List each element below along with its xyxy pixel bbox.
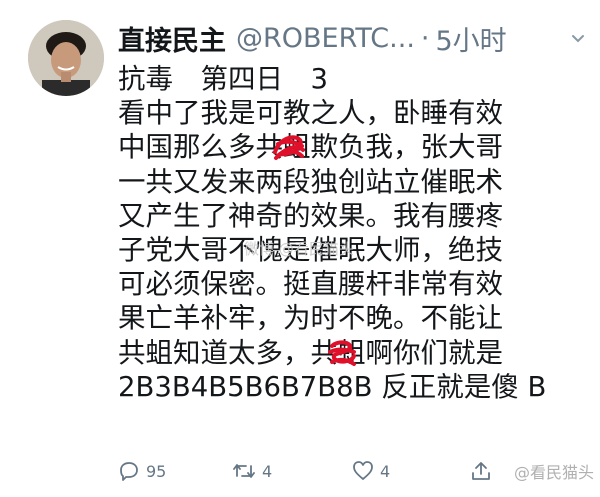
like-button[interactable]: 4 [352, 460, 390, 482]
tweet-line: 2B3B4B5B6B7B8B 反正就是傻 B [118, 370, 547, 403]
like-count: 4 [380, 461, 391, 481]
tweet-line-text: 中国那么多共蛆欺负我，张大哥 [118, 131, 503, 164]
tweet-line: 果亡羊补牢，为时不晚。不能让 [118, 302, 503, 335]
tweet-header: 直接民主 @ROBERTC... · 5小时 [118, 18, 592, 58]
tweet-line: 可必须保密。挺直腰杆非常有效 [118, 268, 503, 301]
tweet-text: 抗毒 第四日 3 看中了我是可教之人，卧睡有效 中国那么多共蛆欺负我，张大哥 一… [118, 62, 588, 404]
tweet-line: 共蛆知道太多，共蛆啊你们就是 [118, 336, 588, 370]
retweet-button[interactable]: 4 [232, 460, 272, 482]
share-icon [472, 462, 490, 480]
corner-watermark: @看民猫头 [513, 463, 594, 482]
heart-icon [353, 461, 373, 480]
reply-button[interactable]: 95 [118, 460, 166, 482]
retweet-count: 4 [262, 461, 273, 481]
avatar[interactable] [28, 20, 104, 96]
tweet-line-text: 共蛆知道太多，共蛆啊你们就是 [118, 336, 503, 369]
avatar-photo [28, 20, 104, 96]
tweet-line: 一共又发来两段独创站立催眠术 [118, 165, 503, 198]
share-button[interactable] [470, 460, 498, 482]
reply-count: 95 [146, 461, 167, 481]
red-scribble-mark [328, 339, 356, 366]
tweet-line: 抗毒 第四日 3 [118, 63, 328, 95]
weibo-watermark: 微博 @看民猫头 [244, 240, 354, 258]
timestamp[interactable]: 5小时 [436, 19, 507, 58]
tweet-line: 又产生了神奇的效果。我有腰疼 [118, 199, 503, 232]
red-scribble-mark [273, 135, 305, 161]
reply-icon [120, 462, 138, 481]
user-handle[interactable]: @ROBERTC... [236, 23, 415, 54]
chevron-down-icon[interactable] [570, 30, 586, 46]
tweet-line: 看中了我是可教之人，卧睡有效 [118, 97, 503, 130]
retweet-icon [233, 464, 255, 478]
display-name[interactable]: 直接民主 [118, 19, 226, 58]
separator-dot: · [420, 22, 430, 54]
tweet-line: 中国那么多共蛆欺负我，张大哥 [118, 130, 588, 164]
